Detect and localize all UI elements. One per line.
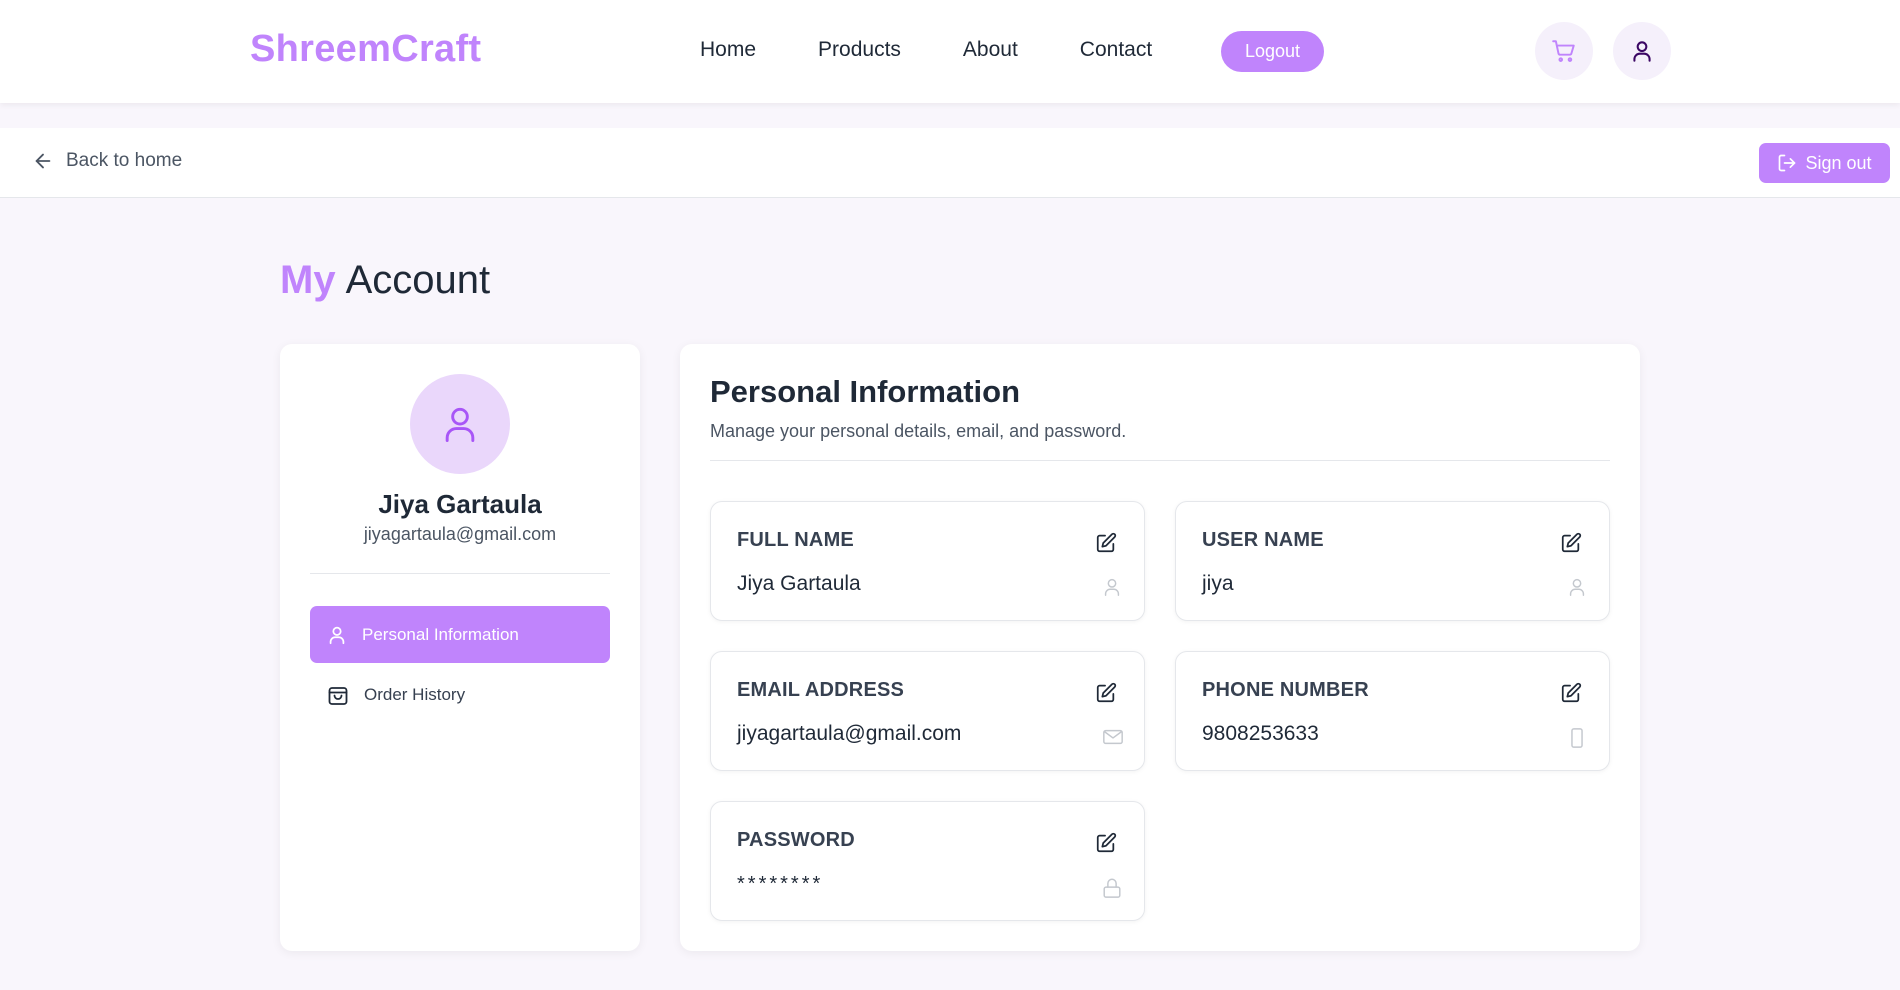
sidebar-item-label: Order History bbox=[364, 684, 466, 704]
divider bbox=[710, 460, 1610, 461]
divider bbox=[310, 573, 610, 574]
field-label: FULL NAME bbox=[737, 529, 854, 551]
edit-icon[interactable] bbox=[1095, 832, 1117, 854]
full-name-value: Jiya Gartaula bbox=[737, 572, 861, 595]
edit-icon[interactable] bbox=[1095, 532, 1117, 554]
email-value: jiyagartaula@gmail.com bbox=[737, 722, 962, 745]
phone-value: 9808253633 bbox=[1202, 722, 1319, 745]
user-icon bbox=[329, 626, 345, 644]
profile-sidebar: Jiya Gartaula jiyagartaula@gmail.com Per… bbox=[280, 344, 640, 951]
email-field: EMAIL ADDRESS jiyagartaula@gmail.com bbox=[710, 651, 1145, 771]
password-value: ******** bbox=[737, 873, 824, 895]
full-name-field: FULL NAME Jiya Gartaula bbox=[710, 501, 1145, 621]
edit-icon[interactable] bbox=[1560, 532, 1582, 554]
sign-out-label: Sign out bbox=[1805, 152, 1872, 173]
profile-email: jiyagartaula@gmail.com bbox=[363, 524, 557, 544]
field-label: USER NAME bbox=[1202, 529, 1324, 551]
profile-button[interactable] bbox=[1613, 22, 1671, 80]
top-navbar: ShreemCraft Home Products About Contact … bbox=[0, 0, 1900, 103]
profile-name: Jiya Gartaula bbox=[378, 489, 542, 519]
field-label: PHONE NUMBER bbox=[1202, 679, 1369, 701]
shopping-bag-icon bbox=[328, 686, 348, 705]
cart-button[interactable] bbox=[1535, 22, 1593, 80]
personal-information-panel: Personal Information Manage your persona… bbox=[680, 344, 1640, 951]
avatar bbox=[410, 374, 510, 474]
phone-field: PHONE NUMBER 9808253633 bbox=[1175, 651, 1610, 771]
user-icon bbox=[445, 407, 475, 442]
sign-out-icon bbox=[1779, 154, 1796, 172]
page-title-accent: My bbox=[280, 258, 336, 302]
sub-header: Back to home Sign out bbox=[0, 128, 1900, 198]
field-label: PASSWORD bbox=[737, 829, 855, 851]
user-name-field: USER NAME jiya bbox=[1175, 501, 1610, 621]
edit-icon[interactable] bbox=[1560, 682, 1582, 704]
sidebar-item-order-history[interactable]: Order History bbox=[310, 666, 610, 723]
sign-out-button[interactable]: Sign out bbox=[1759, 143, 1890, 183]
cart-icon bbox=[1552, 40, 1575, 62]
nav-link-home[interactable]: Home bbox=[700, 38, 756, 62]
sidebar-item-personal-information[interactable]: Personal Information bbox=[310, 606, 610, 663]
user-icon bbox=[1104, 578, 1120, 596]
section-title: Personal Information bbox=[710, 374, 1021, 409]
arrow-left-icon bbox=[35, 153, 51, 169]
logout-button[interactable]: Logout bbox=[1221, 31, 1324, 72]
nav-link-contact[interactable]: Contact bbox=[1080, 38, 1152, 62]
user-icon bbox=[1633, 41, 1651, 62]
sidebar-item-label: Personal Information bbox=[362, 624, 519, 644]
nav-links: Home Products About Contact bbox=[700, 38, 1214, 62]
nav-link-products[interactable]: Products bbox=[818, 38, 901, 62]
user-icon bbox=[1569, 578, 1585, 596]
brand-logo[interactable]: ShreemCraft bbox=[250, 28, 481, 71]
page-title: My Account bbox=[280, 258, 490, 303]
field-label: EMAIL ADDRESS bbox=[737, 679, 905, 701]
lock-icon bbox=[1103, 878, 1121, 898]
edit-icon[interactable] bbox=[1095, 682, 1117, 704]
phone-icon bbox=[1571, 728, 1583, 748]
section-subtitle: Manage your personal details, email, and… bbox=[710, 421, 1127, 441]
user-name-value: jiya bbox=[1202, 572, 1234, 595]
mail-icon bbox=[1103, 729, 1123, 745]
nav-link-about[interactable]: About bbox=[963, 38, 1018, 62]
back-to-home-label: Back to home bbox=[66, 150, 183, 171]
back-to-home-link[interactable]: Back to home bbox=[32, 150, 182, 172]
page-title-rest: Account bbox=[345, 258, 491, 302]
password-field: PASSWORD ******** bbox=[710, 801, 1145, 921]
